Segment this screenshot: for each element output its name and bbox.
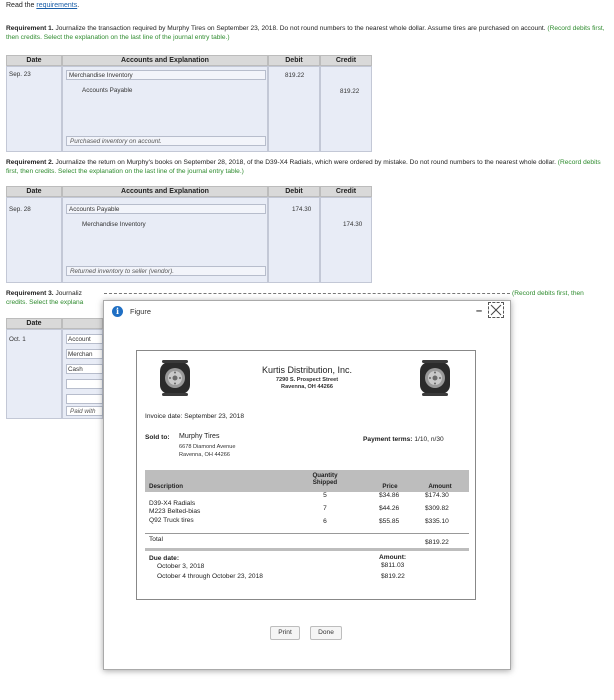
dialog-title-bar: i Figure – [104, 301, 510, 323]
due-date-label: Due date: [149, 555, 180, 562]
col-credit: Credit [320, 55, 372, 66]
close-button[interactable] [488, 302, 504, 318]
col-price: Price [382, 483, 398, 490]
item-description: M223 Belted-bias [149, 508, 201, 515]
account-2-label: Accounts Payable [82, 87, 133, 94]
entry-date: Sep. 28 [9, 206, 31, 213]
amount-label: Amount: [379, 554, 407, 561]
requirement-1-text: Requirement 1. Journalize the transactio… [6, 24, 606, 42]
col-quantity-2: Shipped [312, 479, 338, 486]
period-text: . [77, 2, 80, 9]
entry-date: Sep. 23 [9, 71, 31, 78]
requirement-2-label: Requirement 2. [6, 159, 54, 166]
item-description: Q92 Truck tires [149, 517, 194, 524]
account-1-label: Account [68, 336, 91, 343]
item-price: $55.85 [379, 518, 400, 525]
col-debit: Debit [268, 55, 320, 66]
requirement-2-body: Journalize the return on Murphy's books … [53, 159, 556, 166]
entry-date: Oct. 1 [9, 336, 26, 343]
print-button[interactable]: Print [270, 626, 300, 640]
item-quantity: 6 [323, 518, 327, 525]
item-amount: $335.10 [425, 518, 449, 525]
account-2-label: Merchan [68, 351, 93, 358]
requirement-3-label: Requirement 3. [6, 290, 54, 297]
account-1-label: Merchandise Inventory [69, 72, 133, 79]
due-date-2: October 4 through October 23, 2018 [157, 573, 263, 580]
total-divider [145, 533, 469, 534]
requirements-link[interactable]: requirements [36, 2, 77, 9]
account-2-label: Merchandise Inventory [82, 221, 146, 228]
debit-1-value: 819.22 [285, 72, 305, 79]
payment-terms: 1/10, n/30 [414, 436, 444, 443]
credit-cell [320, 66, 372, 152]
item-quantity: 7 [323, 505, 327, 512]
explanation-2-text: Returned inventory to seller (vendor). [70, 268, 174, 275]
col-date: Date [6, 186, 62, 197]
invoice-date-label: Invoice date: [145, 413, 183, 420]
item-quantity: 5 [323, 492, 327, 499]
credit-cell [320, 197, 372, 283]
requirement-2-text: Requirement 2. Journalize the return on … [6, 158, 606, 176]
requirement-3-text: Requirement 3. Journaliz [6, 290, 82, 297]
col-date: Date [6, 55, 62, 66]
requirement-1-body: Journalize the transaction required by M… [53, 25, 546, 32]
due-divider [145, 548, 469, 551]
invoice-figure: Kurtis Distribution, Inc. 7290 S. Prospe… [136, 350, 476, 600]
credit-2-value: 174.30 [343, 221, 363, 228]
col-accounts [62, 318, 103, 329]
col-amount: Amount [428, 483, 452, 490]
requirement-3-hint-right: (Record debits first, then [512, 290, 584, 297]
figure-dialog: i Figure – Kurtis Distribution, Inc. 729… [103, 300, 511, 670]
amount-1: $811.03 [381, 562, 405, 569]
credit-2-value: 819.22 [340, 88, 360, 95]
buyer-street: 6678 Diamond Avenue [179, 444, 236, 450]
read-requirements-line: Read the requirements. [6, 2, 79, 9]
dialog-title: Figure [130, 307, 151, 316]
col-credit: Credit [320, 186, 372, 197]
invoice-date-line: Invoice date: September 23, 2018 [145, 413, 244, 420]
payment-terms-line: Payment terms: 1/10, n/30 [363, 436, 444, 443]
col-date: Date [6, 318, 62, 329]
company-name: Kurtis Distribution, Inc. [261, 365, 353, 375]
total-label: Total [149, 536, 163, 543]
explanation-1-text: Purchased inventory on account. [70, 138, 162, 145]
col-accounts: Accounts and Explanation [62, 186, 268, 197]
item-description: D39-X4 Radials [149, 500, 196, 507]
done-button[interactable]: Done [310, 626, 342, 640]
account-3-label: Cash [68, 366, 83, 373]
buyer-city: Ravenna, OH 44266 [179, 452, 230, 458]
company-street: 7290 S. Prospect Street [275, 377, 339, 383]
info-icon: i [112, 306, 123, 317]
payment-terms-label: Payment terms: [363, 436, 413, 443]
dialog-drag-edge [104, 293, 510, 294]
requirement-3-body: Journaliz [53, 290, 82, 297]
requirement-1-label: Requirement 1. [6, 25, 54, 32]
due-date-1: October 3, 2018 [157, 563, 205, 570]
account-1-label: Accounts Payable [69, 206, 120, 213]
buyer-name: Murphy Tires [179, 433, 220, 440]
close-icon [490, 304, 502, 316]
item-price: $44.26 [379, 505, 400, 512]
read-the-text: Read the [6, 2, 37, 9]
debit-1-value: 174.30 [292, 206, 312, 213]
company-city: Ravenna, OH 44266 [281, 384, 333, 390]
account-select-5[interactable] [66, 394, 103, 404]
col-accounts: Accounts and Explanation [62, 55, 268, 66]
minimize-button[interactable]: – [476, 305, 482, 317]
account-select-4[interactable] [66, 379, 103, 389]
invoice-date: September 23, 2018 [184, 413, 244, 420]
total-amount: $819.22 [425, 539, 449, 546]
sold-to-label: Sold to: [145, 434, 170, 441]
date-cell [6, 66, 62, 152]
item-amount: $309.82 [425, 505, 449, 512]
amount-2: $819.22 [381, 573, 405, 580]
col-description: Description [149, 483, 184, 490]
col-debit: Debit [268, 186, 320, 197]
item-amount: $174.30 [425, 492, 449, 499]
requirement-3-hint-cont: credits. Select the explana [6, 299, 84, 306]
item-price: $34.86 [379, 492, 400, 499]
explanation-3-text: Paid with [70, 408, 96, 415]
